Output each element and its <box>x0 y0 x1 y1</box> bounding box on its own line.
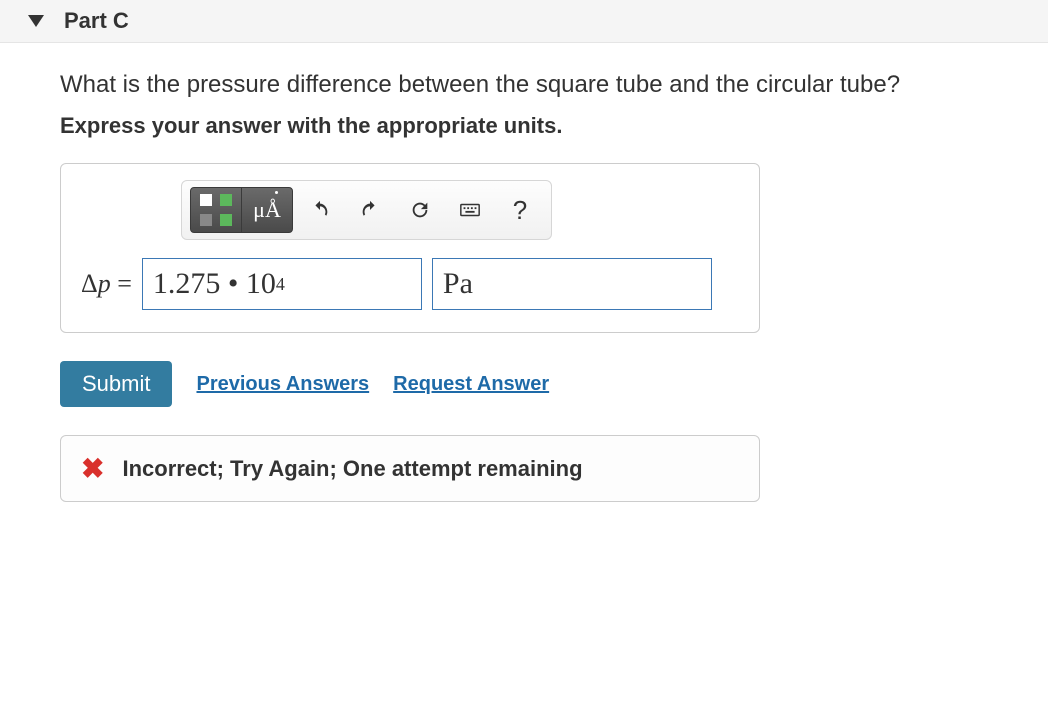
submit-button[interactable]: Submit <box>60 361 172 407</box>
delta-symbol: Δ <box>81 269 98 298</box>
ring-dot-icon <box>275 191 278 194</box>
feedback-text: Incorrect; Try Again; One attempt remain… <box>122 456 582 482</box>
templates-icon <box>200 194 232 226</box>
help-icon: ? <box>513 195 527 226</box>
units-input[interactable]: Pa <box>432 258 712 310</box>
incorrect-icon: ✖ <box>81 452 104 485</box>
value-input[interactable]: 1.275 • 104 <box>142 258 422 310</box>
keyboard-icon <box>459 199 481 221</box>
variable-label: Δp = <box>81 269 132 299</box>
instruction-text: Express your answer with the appropriate… <box>60 113 1012 139</box>
help-button[interactable]: ? <box>497 187 543 233</box>
question-text: What is the pressure difference between … <box>60 71 1012 99</box>
keyboard-button[interactable] <box>447 187 493 233</box>
value-text: 1.275 • 10 <box>153 267 276 301</box>
units-text: Pa <box>443 267 473 301</box>
undo-icon <box>309 199 331 221</box>
request-answer-link[interactable]: Request Answer <box>393 373 549 396</box>
reset-button[interactable] <box>397 187 443 233</box>
undo-button[interactable] <box>297 187 343 233</box>
equals-symbol: = <box>111 269 132 298</box>
part-title: Part C <box>64 8 129 34</box>
redo-icon <box>359 199 381 221</box>
value-exponent: 4 <box>276 274 285 295</box>
redo-button[interactable] <box>347 187 393 233</box>
symbols-button[interactable]: μÅ <box>241 187 293 233</box>
answer-box: μÅ ? Δp = <box>60 163 760 333</box>
templates-button[interactable] <box>190 187 242 233</box>
p-symbol: p <box>98 269 111 298</box>
answer-row: Δp = 1.275 • 104 Pa <box>81 258 739 310</box>
part-header[interactable]: Part C <box>0 0 1048 43</box>
previous-answers-link[interactable]: Previous Answers <box>196 373 369 396</box>
answer-toolbar: μÅ ? <box>181 180 552 240</box>
reset-icon <box>409 199 431 221</box>
collapse-triangle-icon <box>28 15 44 27</box>
action-row: Submit Previous Answers Request Answer <box>60 361 1012 407</box>
symbols-label: μÅ <box>253 197 281 222</box>
part-body: What is the pressure difference between … <box>0 43 1048 538</box>
feedback-box: ✖ Incorrect; Try Again; One attempt rema… <box>60 435 760 502</box>
